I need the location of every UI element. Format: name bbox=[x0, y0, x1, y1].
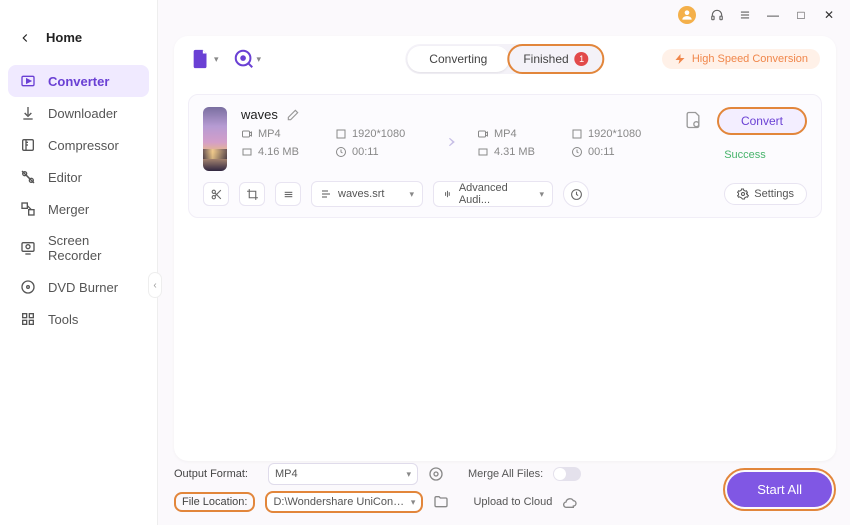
convert-button[interactable]: Convert bbox=[717, 107, 807, 135]
user-avatar[interactable] bbox=[678, 6, 696, 24]
trim-button[interactable] bbox=[203, 182, 229, 206]
main-panel: ▾ ▾ Converting Finished1 High Speed Conv… bbox=[174, 36, 836, 461]
headset-icon[interactable] bbox=[710, 8, 724, 22]
item-settings-button[interactable]: Settings bbox=[724, 183, 807, 205]
tab-finished[interactable]: Finished1 bbox=[507, 44, 604, 74]
add-dvd-button[interactable]: ▾ bbox=[233, 48, 262, 70]
file-location-label: File Location: bbox=[174, 492, 255, 512]
close-button[interactable]: ✕ bbox=[822, 8, 836, 22]
video-item-card: waves MP4 1920*1080 MP4 1920*1080 4.16 M… bbox=[188, 94, 822, 218]
menu-icon[interactable] bbox=[738, 8, 752, 22]
audio-select[interactable]: Advanced Audi...▾ bbox=[433, 181, 553, 207]
crop-button[interactable] bbox=[239, 182, 265, 206]
sidebar-item-editor[interactable]: Editor bbox=[8, 161, 149, 193]
cloud-icon[interactable] bbox=[562, 494, 578, 510]
sidebar: Home Converter Downloader Compressor Edi… bbox=[0, 0, 158, 525]
sidebar-item-merger[interactable]: Merger bbox=[8, 193, 149, 225]
sidebar-item-converter[interactable]: Converter bbox=[8, 65, 149, 97]
sidebar-item-tools[interactable]: Tools bbox=[8, 303, 149, 335]
sidebar-item-screen-recorder[interactable]: Screen Recorder bbox=[8, 225, 149, 271]
arrow-icon bbox=[439, 132, 463, 155]
upload-cloud-label: Upload to Cloud bbox=[473, 496, 552, 508]
sidebar-item-compressor[interactable]: Compressor bbox=[8, 129, 149, 161]
file-location-select[interactable]: D:\Wondershare UniConverter 1▾ bbox=[265, 491, 423, 513]
collapse-sidebar-button[interactable]: ‹ bbox=[148, 272, 162, 298]
sidebar-item-dvd-burner[interactable]: DVD Burner bbox=[8, 271, 149, 303]
home-label: Home bbox=[46, 30, 82, 45]
start-all-wrapper: Start All bbox=[723, 468, 836, 511]
home-link[interactable]: Home bbox=[0, 24, 157, 61]
open-folder-icon[interactable] bbox=[433, 494, 449, 510]
merge-label: Merge All Files: bbox=[468, 468, 543, 480]
sidebar-item-downloader[interactable]: Downloader bbox=[8, 97, 149, 129]
edit-title-icon[interactable] bbox=[286, 108, 300, 122]
output-format-settings-icon[interactable] bbox=[428, 466, 444, 482]
minimize-button[interactable]: — bbox=[766, 8, 780, 22]
merge-toggle[interactable] bbox=[553, 467, 581, 481]
status-label: Success bbox=[724, 149, 766, 161]
video-title: waves bbox=[241, 107, 278, 122]
info-button[interactable] bbox=[563, 181, 589, 207]
high-speed-pill[interactable]: High Speed Conversion bbox=[662, 49, 820, 69]
effects-button[interactable] bbox=[275, 182, 301, 206]
maximize-button[interactable]: □ bbox=[794, 8, 808, 22]
output-settings-icon[interactable] bbox=[683, 110, 703, 133]
status-tabs: Converting Finished1 bbox=[405, 44, 604, 74]
output-format-select[interactable]: MP4▾ bbox=[268, 463, 418, 485]
output-format-label: Output Format: bbox=[174, 468, 258, 480]
finished-count-badge: 1 bbox=[575, 52, 589, 66]
subtitle-select[interactable]: waves.srt▾ bbox=[311, 181, 423, 207]
start-all-button[interactable]: Start All bbox=[727, 472, 832, 507]
tab-converting[interactable]: Converting bbox=[407, 46, 509, 72]
video-thumbnail[interactable] bbox=[203, 107, 227, 171]
add-file-button[interactable]: ▾ bbox=[190, 48, 219, 70]
